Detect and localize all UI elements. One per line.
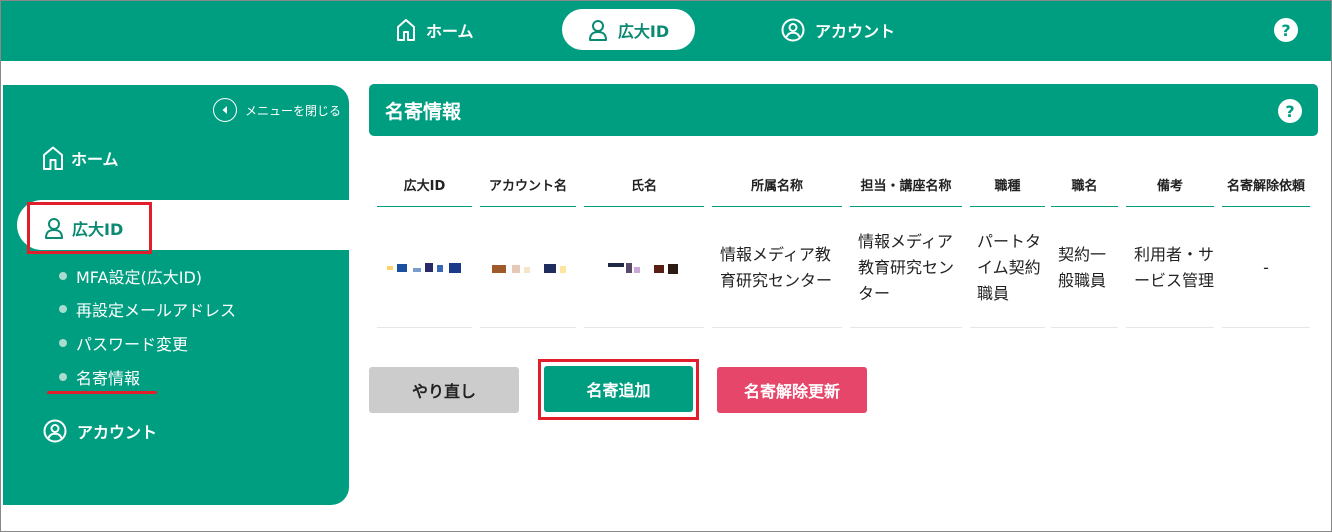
sidebar-account-label: アカウント	[77, 423, 158, 442]
top-navigation-bar: ホーム 広大ID アカウント ?	[0, 0, 1332, 61]
home-icon	[43, 146, 63, 170]
sidebar-item-nayose[interactable]: 名寄情報	[59, 365, 140, 389]
table-cell-affiliation: 情報メディア教育研究センター	[712, 208, 842, 328]
table-cell-job-title: 契約一般職員	[1051, 208, 1118, 328]
help-icon[interactable]: ?	[1274, 18, 1298, 42]
sidebar-menu: メニューを閉じる ホーム 広大ID MFA設定(広大ID) 再設定メールアドレス…	[3, 85, 349, 505]
table-cell-redacted-id	[377, 208, 472, 328]
page-heading: 名寄情報 ?	[369, 84, 1318, 136]
sidebar-item-home[interactable]: ホーム	[41, 145, 119, 171]
nav-home-label: ホーム	[426, 21, 474, 41]
account-circle-icon	[43, 419, 67, 443]
nav-home-tab[interactable]: ホーム	[396, 9, 474, 50]
column-header: 備考	[1126, 177, 1214, 207]
column-header: 担当・講座名称	[850, 177, 962, 207]
column-header: 所属名称	[712, 177, 842, 207]
sidebar-item-reset-email[interactable]: 再設定メールアドレス	[59, 297, 236, 321]
active-item-underline	[47, 391, 157, 394]
chevron-left-icon	[213, 98, 237, 122]
release-update-button[interactable]: 名寄解除更新	[717, 367, 867, 413]
sidebar-sub-label: MFA設定(広大ID)	[76, 268, 203, 287]
sidebar-item-id[interactable]: 広大ID	[27, 202, 152, 254]
column-header: 名寄解除依頼	[1222, 177, 1310, 207]
help-label: ?	[1281, 20, 1291, 40]
bullet-dot	[59, 373, 67, 381]
nav-account-label: アカウント	[815, 21, 896, 41]
bullet-dot	[59, 339, 67, 347]
user-icon	[45, 218, 63, 239]
close-menu-label: メニューを閉じる	[245, 103, 342, 118]
sidebar-item-account[interactable]: アカウント	[43, 419, 157, 443]
sidebar-sub-label: 再設定メールアドレス	[76, 301, 237, 320]
bullet-dot	[59, 305, 67, 313]
sidebar-item-mfa[interactable]: MFA設定(広大ID)	[59, 264, 202, 288]
column-header: 氏名	[584, 177, 704, 207]
home-icon	[397, 18, 415, 41]
column-header: 職名	[1051, 177, 1118, 207]
sidebar-id-label: 広大ID	[72, 220, 124, 239]
sidebar-sub-label: 名寄情報	[76, 369, 141, 388]
help-label: ?	[1285, 101, 1295, 121]
column-header: 職種	[970, 177, 1045, 207]
sidebar-sub-label: パスワード変更	[76, 335, 189, 354]
sidebar-home-label: ホーム	[71, 150, 119, 169]
table-cell-redacted-account	[480, 208, 576, 328]
column-header: 広大ID	[377, 177, 472, 207]
add-nayose-button[interactable]: 名寄追加	[544, 366, 693, 412]
user-icon	[588, 19, 607, 41]
nav-account-tab[interactable]: アカウント	[781, 9, 895, 50]
table-cell-job-type: パートタイム契約職員	[970, 208, 1045, 328]
table-cell-note: 利用者・サービス管理	[1126, 208, 1214, 328]
redacted-value	[383, 261, 467, 275]
table-cell-release-request: -	[1222, 208, 1310, 328]
close-menu-button[interactable]: メニューを閉じる	[213, 98, 341, 122]
nav-id-label: 広大ID	[617, 21, 670, 41]
column-header: アカウント名	[480, 177, 576, 207]
sidebar-item-password[interactable]: パスワード変更	[59, 331, 188, 355]
redacted-value	[602, 261, 686, 275]
page-title: 名寄情報	[385, 101, 462, 123]
table-cell-department: 情報メディア教育研究センター	[850, 208, 962, 328]
redo-button[interactable]: やり直し	[369, 367, 519, 413]
nav-id-tab[interactable]: 広大ID	[562, 9, 695, 50]
table-cell-redacted-name	[584, 208, 704, 328]
bullet-dot	[59, 272, 67, 280]
redacted-value	[486, 261, 570, 275]
help-icon[interactable]: ?	[1278, 99, 1302, 123]
account-circle-icon	[781, 18, 805, 41]
